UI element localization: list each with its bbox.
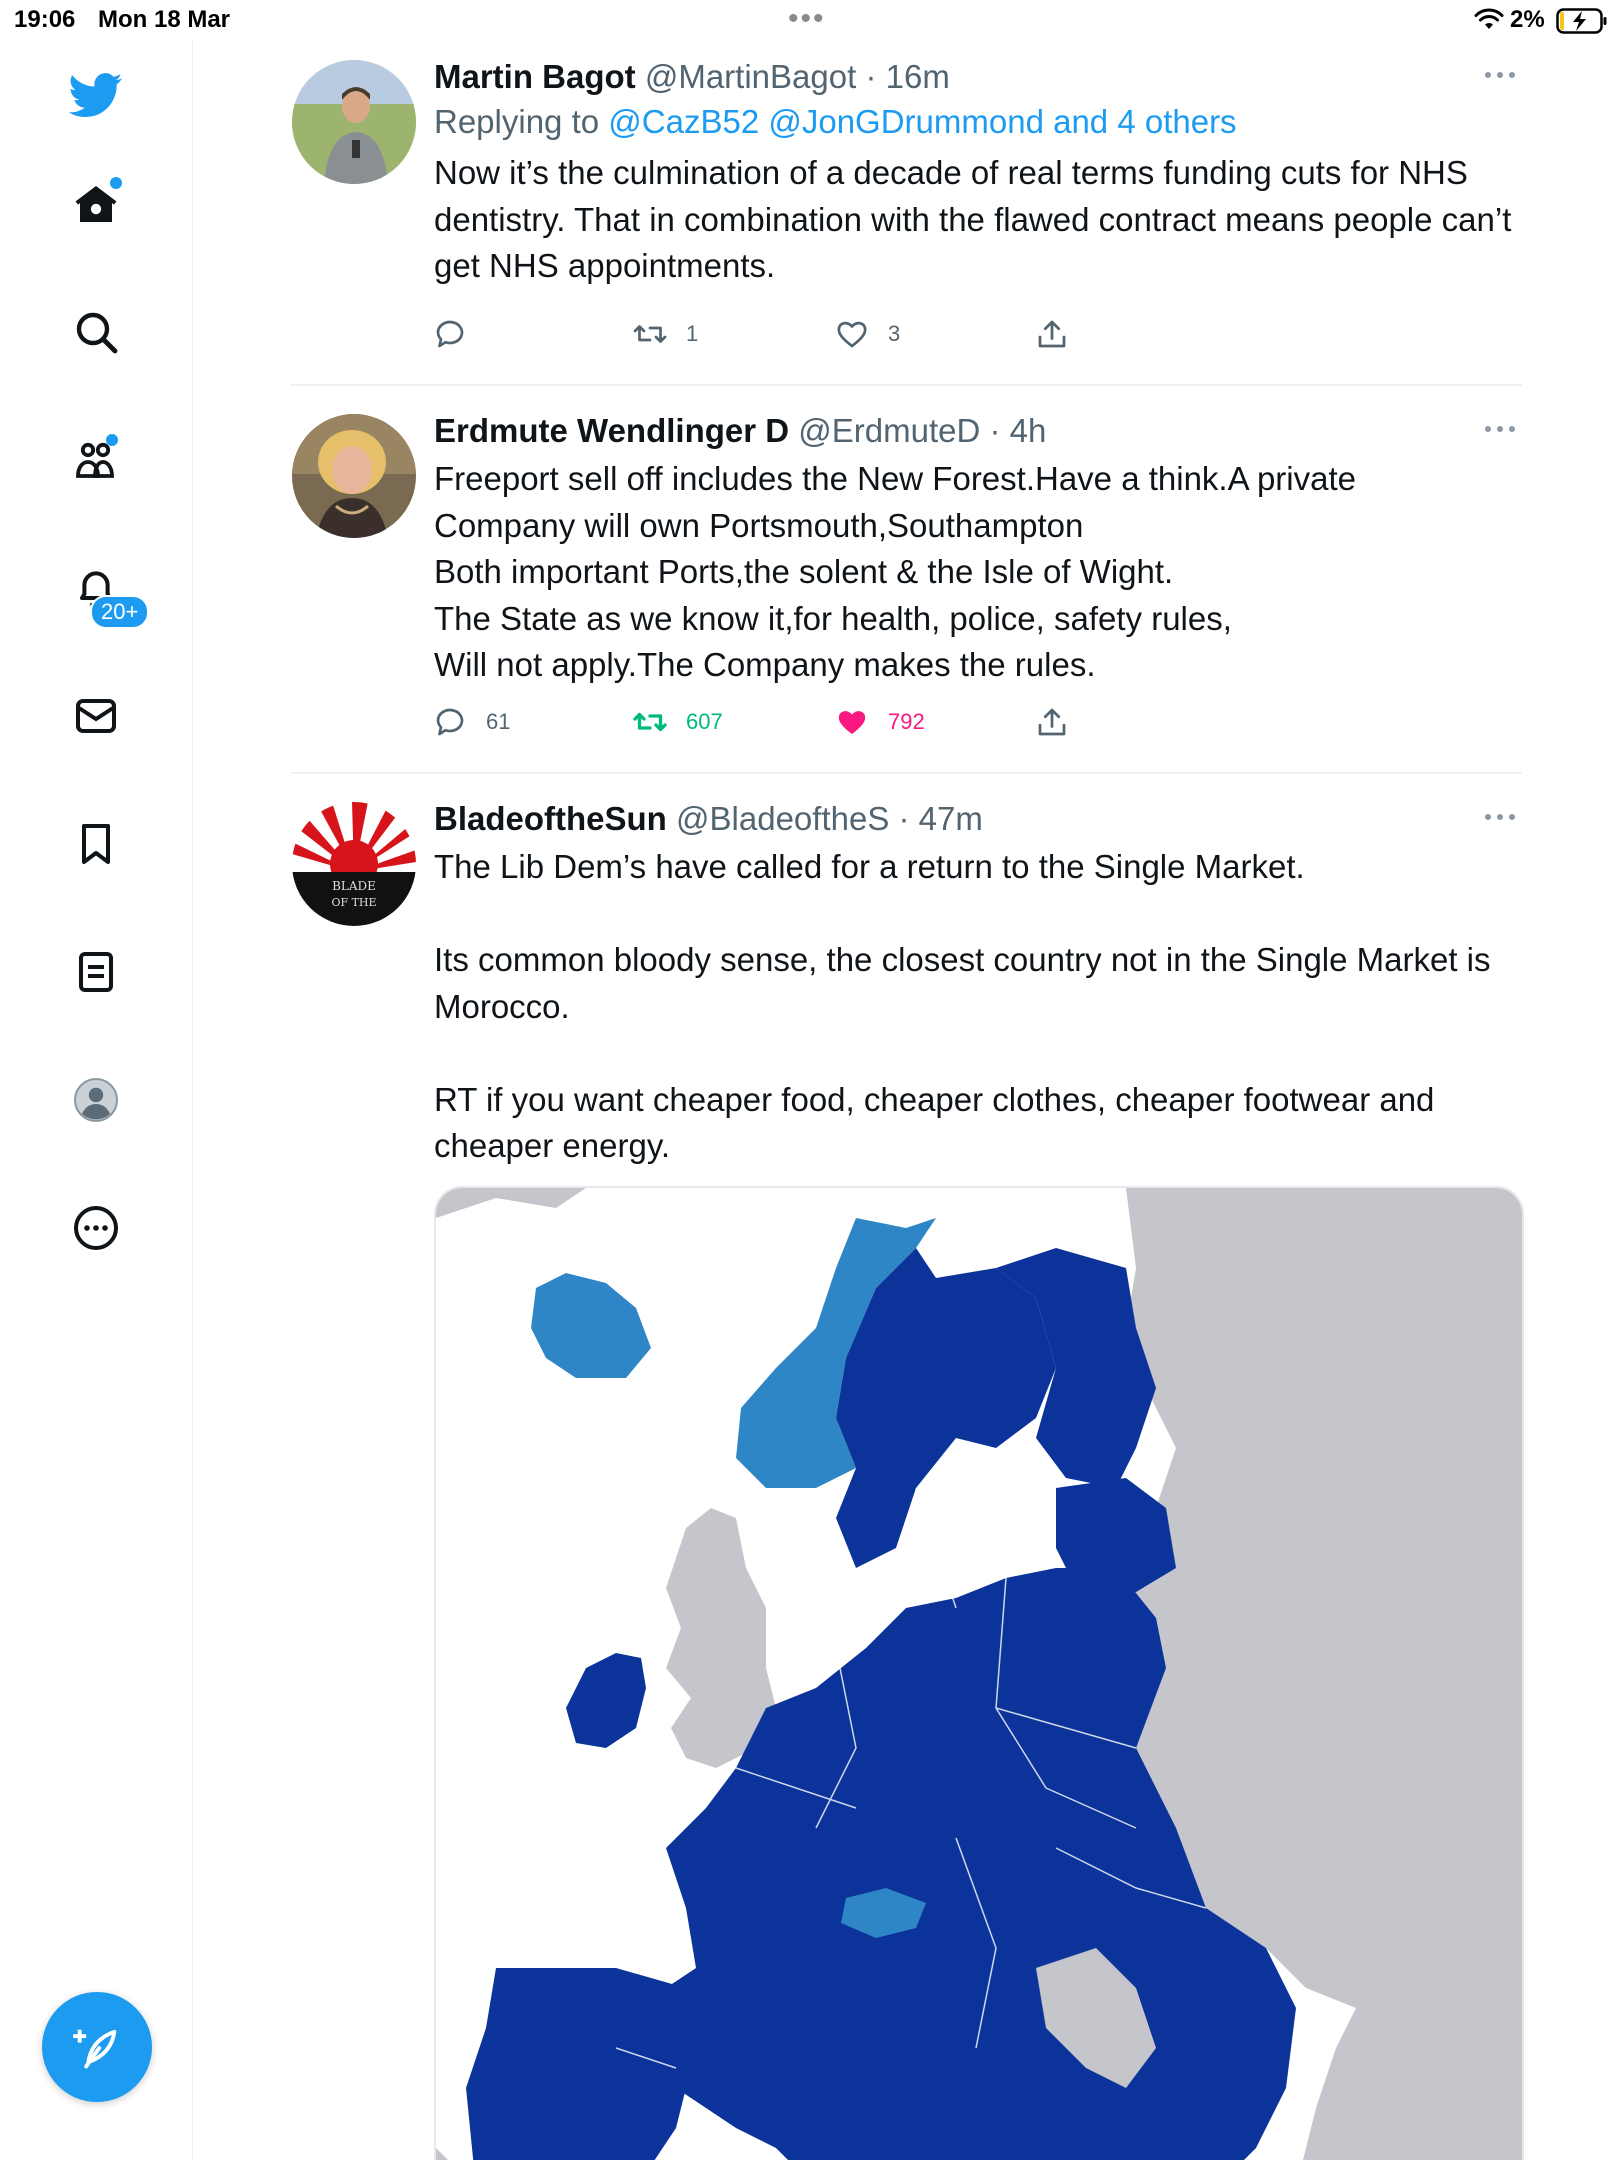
more-options-icon[interactable] (1482, 70, 1518, 80)
tweet-actions: 1 3 (434, 314, 1134, 354)
sidebar-item-bookmarks[interactable] (66, 814, 126, 874)
battery-percent: 2% (1510, 6, 1545, 33)
reply-icon (436, 320, 464, 348)
sidebar-item-messages[interactable] (66, 686, 126, 746)
reply-button[interactable]: 61 (432, 702, 510, 742)
tweet-erdmute-wendlinger[interactable]: Erdmute Wendlinger D @ErdmuteD · 4h Free… (290, 386, 1522, 774)
sidebar: 20+ (0, 40, 193, 2160)
tweet-header: BladeoftheSun @BladeoftheS · 47m (434, 798, 1524, 840)
share-button[interactable] (1034, 314, 1070, 354)
more-options-icon[interactable] (1482, 812, 1518, 822)
tweet-image-europe-map[interactable] (434, 1186, 1524, 2160)
more-options-icon[interactable] (1482, 424, 1518, 434)
profile-icon (74, 1078, 118, 1122)
author-name[interactable]: BladeoftheSun (434, 800, 667, 837)
tweet-text: The Lib Dem’s have called for a return t… (434, 848, 1491, 1164)
avatar-rising-sun-logo: BLADE OF THE (292, 802, 416, 926)
tweet-header: Erdmute Wendlinger D @ErdmuteD · 4h (434, 410, 1524, 452)
communities-notification-dot (106, 434, 118, 446)
avatar-logo-text: BLADE (332, 879, 376, 893)
tweet-time[interactable]: 4h (1010, 412, 1047, 449)
author-handle[interactable]: @BladeoftheS (676, 800, 889, 837)
share-icon (1038, 320, 1066, 348)
compose-icon (73, 2029, 117, 2069)
retweet-icon (633, 325, 667, 343)
list-icon (79, 952, 113, 992)
status-bar: 19:06 Mon 18 Mar ••• 2% (0, 0, 1620, 40)
multitasking-dots-icon[interactable]: ••• (788, 4, 826, 34)
battery-charging-icon (1556, 8, 1607, 34)
like-count: 3 (888, 321, 901, 346)
tweet-time[interactable]: 16m (886, 58, 950, 95)
reply-count: 61 (486, 709, 511, 734)
reply-icon (436, 708, 464, 736)
reply-mentions-link[interactable]: @CazB52 @JonGDrummond and 4 others (608, 103, 1236, 140)
status-time: 19:06 (14, 6, 76, 33)
avatar[interactable]: BLADE OF THE (292, 802, 416, 926)
retweet-count: 607 (686, 709, 723, 734)
sidebar-item-home[interactable] (66, 175, 126, 235)
heart-icon (837, 321, 867, 348)
reply-button[interactable] (432, 314, 486, 354)
retweet-button[interactable]: 607 (632, 702, 723, 742)
author-handle[interactable]: @ErdmuteD (798, 412, 980, 449)
tweet-text: Now it’s the culmination of a decade of … (434, 154, 1521, 284)
search-icon (76, 312, 118, 354)
tweet-header: Martin Bagot @MartinBagot · 16m (434, 56, 1524, 98)
share-icon (1038, 708, 1066, 736)
heart-filled-icon (838, 711, 866, 734)
avatar-photo-erdmute (292, 414, 416, 538)
avatar-photo-martin (292, 60, 416, 184)
more-circle-icon (74, 1206, 118, 1250)
retweet-button[interactable]: 1 (632, 314, 698, 354)
mail-icon (76, 699, 116, 733)
dot-separator: · (898, 800, 910, 837)
tweet-actions: 61 607 792 (434, 702, 1134, 742)
dot-separator: · (989, 412, 1001, 449)
tweet-text: Freeport sell off includes the New Fores… (434, 460, 1357, 683)
compose-tweet-button[interactable] (42, 1992, 152, 2102)
home-notification-dot (110, 177, 122, 189)
sidebar-item-profile[interactable] (66, 1070, 126, 1130)
svg-text:OF THE: OF THE (331, 896, 376, 909)
replying-to-label: Replying to (434, 103, 609, 140)
tweet-martin-bagot[interactable]: Martin Bagot @MartinBagot · 16m Replying… (290, 56, 1522, 386)
author-name[interactable]: Erdmute Wendlinger D (434, 412, 789, 449)
status-date: Mon 18 Mar (98, 6, 231, 33)
author-name[interactable]: Martin Bagot (434, 58, 636, 95)
bookmark-icon (82, 824, 110, 864)
avatar[interactable] (292, 60, 416, 184)
like-count: 792 (888, 709, 925, 734)
sidebar-item-lists[interactable] (66, 942, 126, 1002)
notifications-count-badge: 20+ (90, 595, 150, 629)
share-button[interactable] (1034, 702, 1070, 742)
dot-separator: · (865, 58, 877, 95)
twitter-bird-icon (69, 73, 123, 118)
replying-to: Replying to @CazB52 @JonGDrummond and 4 … (434, 98, 1524, 146)
sidebar-item-explore[interactable] (66, 302, 126, 362)
europe-single-market-map (436, 1188, 1522, 2160)
tweet-time[interactable]: 47m (919, 800, 983, 837)
retweet-icon (633, 712, 667, 732)
sidebar-item-more[interactable] (66, 1198, 126, 1258)
avatar[interactable] (292, 414, 416, 538)
sidebar-item-communities[interactable] (66, 430, 126, 490)
author-handle[interactable]: @MartinBagot (645, 58, 856, 95)
like-button[interactable]: 792 (834, 702, 925, 742)
wifi-icon (1474, 8, 1504, 29)
twitter-logo-button[interactable] (66, 65, 126, 125)
retweet-count: 1 (686, 321, 699, 346)
like-button[interactable]: 3 (834, 314, 900, 354)
